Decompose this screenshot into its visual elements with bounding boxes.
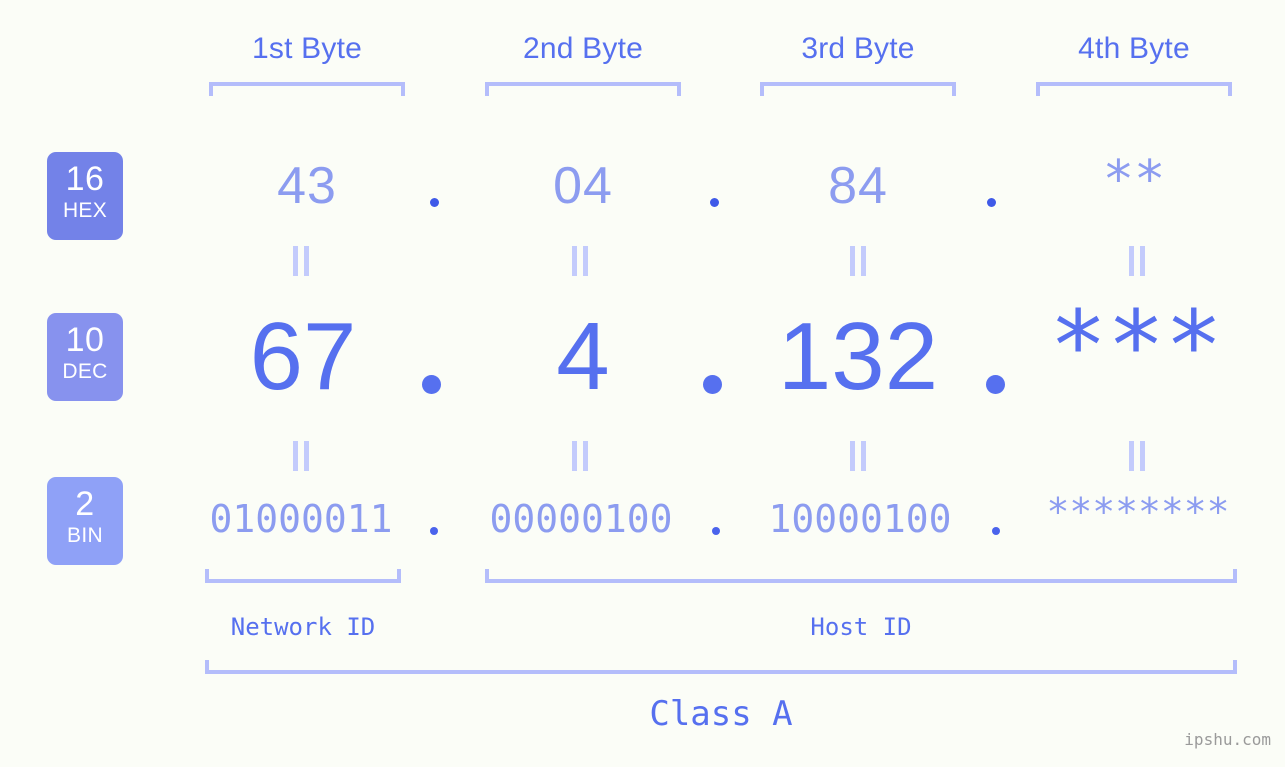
bin-byte-1: 01000011 (209, 497, 393, 541)
bin-separator-dot-3 (992, 527, 1000, 535)
equals-mark-dec-bin-2 (571, 441, 589, 471)
byte-header-4: 4th Byte (1078, 32, 1190, 65)
equals-mark-dec-bin-3 (849, 441, 867, 471)
bin-separator-dot-2 (712, 527, 720, 535)
equals-mark-hex-dec-4 (1128, 246, 1146, 276)
byte-header-3: 3rd Byte (801, 32, 915, 65)
byte-bracket-4 (1036, 82, 1232, 96)
ip-byte-diagram: 1st Byte 2nd Byte 3rd Byte 4th Byte 16 H… (0, 0, 1285, 767)
byte-bracket-2 (485, 82, 681, 96)
base-badge-bin-name: BIN (67, 524, 103, 547)
base-badge-hex-number: 16 (65, 160, 105, 198)
equals-mark-hex-dec-1 (292, 246, 310, 276)
bin-byte-4: ******** (1046, 490, 1230, 534)
equals-mark-dec-bin-1 (292, 441, 310, 471)
host-id-bracket (485, 569, 1237, 583)
dec-byte-3: 132 (777, 303, 939, 410)
equals-mark-dec-bin-4 (1128, 441, 1146, 471)
dec-byte-1: 67 (249, 303, 357, 410)
hex-byte-4: ** (1102, 150, 1166, 210)
network-id-bracket (205, 569, 401, 583)
class-bracket (205, 660, 1237, 674)
hex-byte-3: 84 (828, 157, 888, 215)
network-id-label: Network ID (230, 613, 376, 641)
equals-mark-hex-dec-3 (849, 246, 867, 276)
base-badge-hex[interactable]: 16 HEX (47, 152, 123, 240)
byte-header-1: 1st Byte (252, 32, 362, 65)
bin-separator-dot-1 (430, 527, 438, 535)
base-badge-hex-name: HEX (62, 199, 108, 222)
base-badge-dec-name: DEC (62, 360, 108, 383)
dec-byte-4: *** (1049, 290, 1223, 402)
base-badge-bin-number: 2 (75, 485, 95, 523)
dec-separator-dot-1 (422, 375, 441, 394)
class-label: Class A (649, 694, 793, 734)
hex-separator-dot-2 (710, 198, 719, 207)
dec-byte-2: 4 (556, 303, 610, 410)
equals-mark-hex-dec-2 (571, 246, 589, 276)
base-badge-dec-number: 10 (65, 321, 105, 359)
byte-bracket-3 (760, 82, 956, 96)
watermark: ipshu.com (1184, 730, 1271, 749)
hex-separator-dot-3 (987, 198, 996, 207)
hex-separator-dot-1 (430, 198, 439, 207)
hex-byte-2: 04 (553, 157, 613, 215)
host-id-label: Host ID (810, 613, 912, 641)
dec-separator-dot-3 (986, 375, 1005, 394)
base-badge-dec[interactable]: 10 DEC (47, 313, 123, 401)
byte-header-2: 2nd Byte (522, 32, 644, 65)
bin-byte-2: 00000100 (489, 497, 673, 541)
hex-byte-1: 43 (277, 157, 337, 215)
dec-separator-dot-2 (703, 375, 722, 394)
byte-bracket-1 (209, 82, 405, 96)
base-badge-bin[interactable]: 2 BIN (47, 477, 123, 565)
bin-byte-3: 10000100 (768, 497, 952, 541)
